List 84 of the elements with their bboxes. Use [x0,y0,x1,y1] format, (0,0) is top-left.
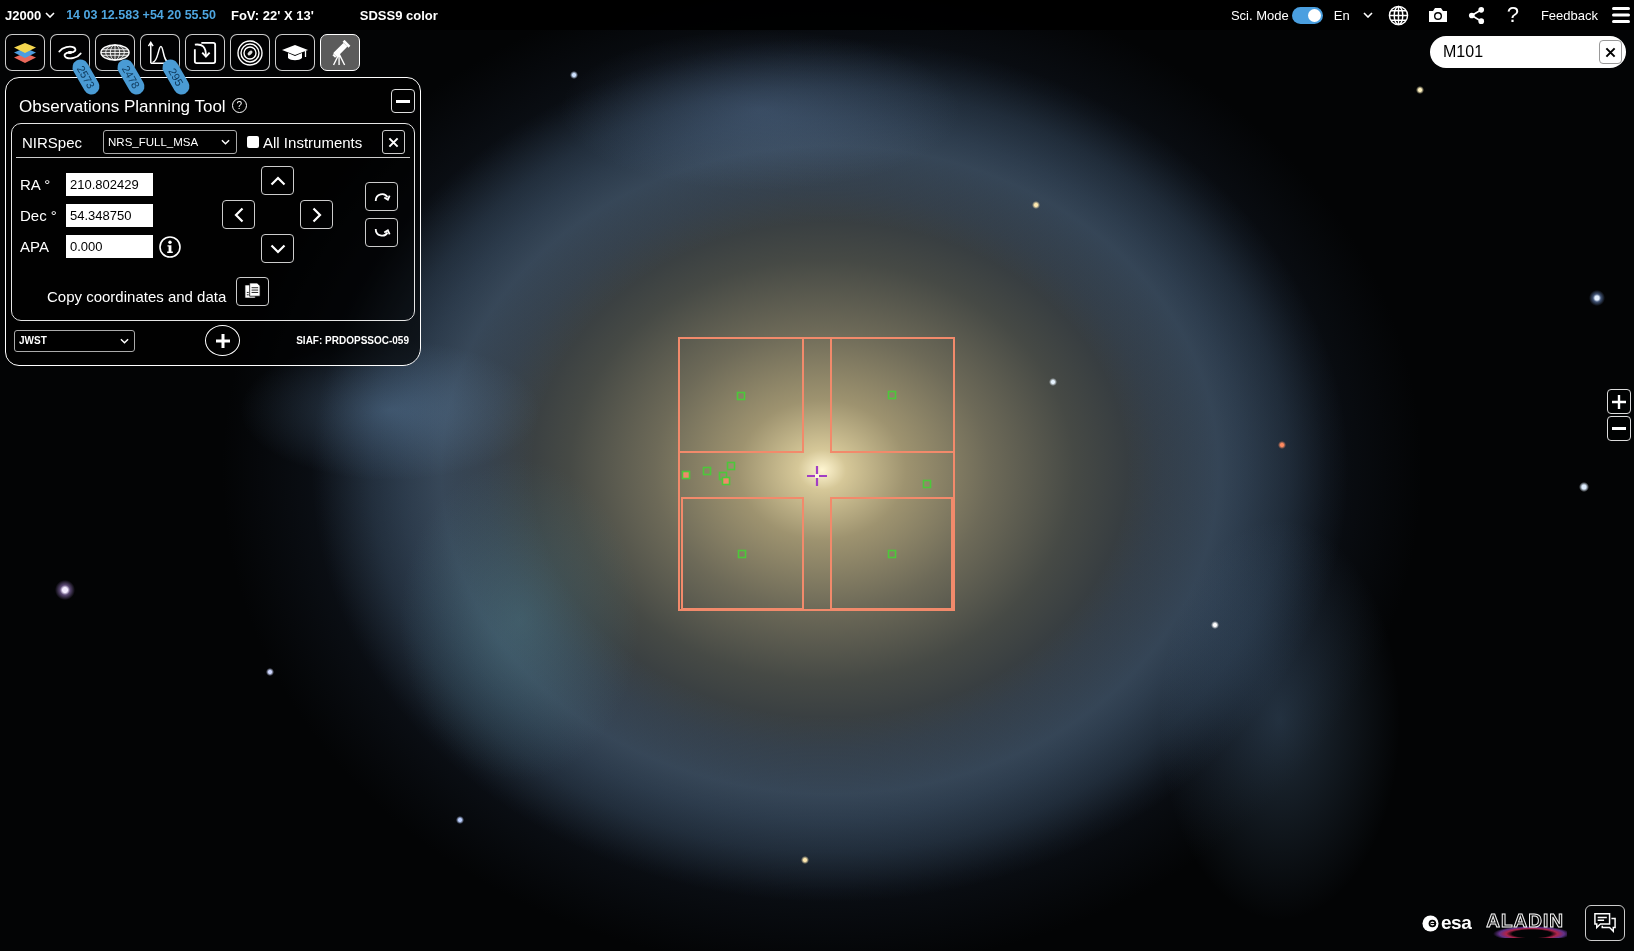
siaf-version: SIAF: PRDOPSSOC-059 [296,335,409,346]
plus-icon [1612,394,1626,409]
pan-up-button[interactable] [261,166,294,195]
sci-mode-toggle[interactable] [1291,6,1323,24]
field-of-view: FoV: 22' X 13' [230,7,314,23]
square-marker-icon [681,470,691,480]
field-label: Dec ° [20,207,58,224]
coordinate-field[interactable]: 210.802429 [66,173,153,196]
square-marker-icon [726,461,736,471]
zoom-in-button[interactable] [1607,389,1631,414]
close-icon [388,136,399,148]
square-marker-icon [737,549,747,559]
copy-button[interactable] [236,277,270,306]
help-button[interactable]: ? [1506,3,1519,27]
globe-icon[interactable] [1387,4,1409,26]
sci-mode-label: Sci. Mode [1230,7,1289,23]
graduation-cap-icon [281,42,309,63]
instrument-label: NIRSpec [22,133,83,151]
panel-title: Observations Planning Tool [19,98,226,115]
clear-button[interactable] [1599,40,1622,64]
aperture-select[interactable]: NRS_FULL_MSA [103,130,238,154]
all-instruments-label[interactable]: All Instruments [263,133,363,151]
toolbar-button[interactable] [320,34,360,71]
chat-button[interactable] [1585,905,1625,941]
toolbar-button[interactable] [230,34,270,71]
toolbar-button[interactable] [275,34,315,71]
crosshair-icon [805,464,829,488]
square-marker-icon [922,479,932,489]
rotate-clockwise-button[interactable] [365,182,398,211]
coordinate-field[interactable]: 0.000 [66,235,153,258]
rotate-clockwise-icon [372,190,391,203]
esa-emblem-icon [1422,914,1439,932]
search-field[interactable]: M101 [1430,36,1626,68]
minus-icon [1612,427,1626,430]
square-marker-icon [718,471,728,481]
feedback-link[interactable]: Feedback [1540,7,1598,23]
rotate-counterclockwise-button[interactable] [365,218,398,247]
zoom-out-button[interactable] [1607,416,1631,441]
chevron-down-icon [45,12,56,18]
copy-label: Copy coordinates and data [47,288,227,305]
rotate-counterclockwise-icon [372,226,391,239]
chevron-down-icon [221,139,231,145]
share-icon[interactable] [1467,5,1485,25]
chevron-left-icon [233,206,244,223]
coordinate-field[interactable]: 54.348750 [66,204,153,227]
layers-icon [13,41,37,64]
plus-icon [214,332,231,349]
square-marker-icon [736,391,746,401]
minus-icon [396,99,410,103]
copy-icon [244,282,262,301]
square-marker-icon [702,466,712,476]
pan-left-button[interactable] [222,200,255,229]
survey-name[interactable]: SDSS9 color [359,7,438,23]
field-label: RA ° [20,176,52,193]
all-instruments-checkbox[interactable] [247,136,260,148]
square-marker-icon [887,390,897,400]
language-select[interactable]: En [1333,7,1373,23]
info-icon[interactable] [159,235,181,258]
pan-right-button[interactable] [300,200,333,229]
spiral-icon [57,44,83,61]
close-icon [1605,46,1616,58]
chevron-up-icon [269,175,286,186]
square-marker-icon [887,549,897,559]
chevron-right-icon [311,206,322,223]
minimize-button[interactable] [391,89,415,113]
mission-select[interactable]: JWST [14,329,135,352]
pan-down-button[interactable] [261,234,294,263]
menu-icon[interactable] [1612,7,1630,23]
cursor-coordinates: 14 03 12.583 +54 20 55.50 [66,8,216,22]
chevron-down-icon [269,243,286,254]
chat-bubbles-icon [1593,912,1617,934]
esa-logo: esa [1441,912,1472,934]
rings-icon [237,39,263,66]
chevron-down-icon [1362,12,1373,18]
frame-select[interactable]: J2000 [5,7,56,23]
field-label: APA [20,238,50,255]
grid-ellipse-icon [100,44,130,61]
chevron-down-icon [120,337,129,344]
box-arrow-icon [193,40,217,65]
close-button[interactable] [382,130,405,154]
toolbar-button[interactable] [185,34,225,71]
camera-icon[interactable] [1427,7,1448,23]
square-marker-icon [721,476,731,486]
toolbar-button[interactable] [5,34,45,71]
